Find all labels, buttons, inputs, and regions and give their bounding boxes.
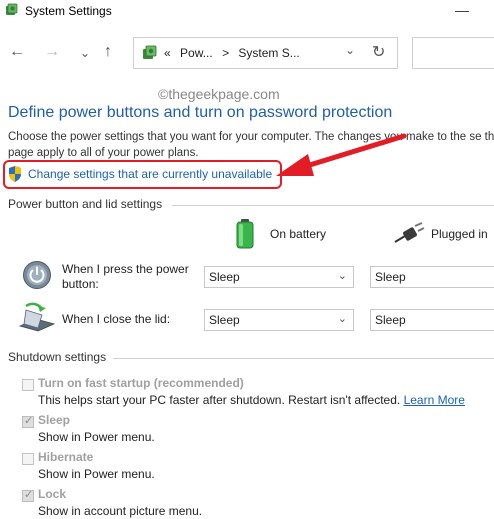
uac-shield-icon: [9, 166, 21, 182]
minimize-icon[interactable]: —: [455, 2, 469, 18]
learn-more-link[interactable]: Learn More: [404, 393, 465, 407]
breadcrumb: « Pow... > System S...: [164, 46, 300, 60]
close-lid-battery-select[interactable]: Sleep ⌄: [204, 309, 354, 331]
breadcrumb-item-system-settings[interactable]: System S...: [238, 46, 299, 60]
lock-label: Lock: [38, 487, 67, 501]
power-button-label: When I press the power button:: [62, 262, 189, 291]
hibernate-label: Hibernate: [38, 450, 94, 464]
change-settings-link[interactable]: Change settings that are currently unava…: [28, 167, 272, 181]
power-section-label: Power button and lid settings: [8, 197, 163, 211]
fast-startup-checkbox[interactable]: [22, 379, 34, 391]
section-divider: [172, 205, 494, 206]
hibernate-description: Show in Power menu.: [38, 467, 155, 481]
control-panel-icon: [143, 45, 157, 59]
sleep-checkbox[interactable]: [22, 414, 34, 428]
breadcrumb-separator: «: [164, 46, 171, 60]
search-input[interactable]: [412, 37, 494, 69]
refresh-icon[interactable]: ↻: [372, 42, 385, 62]
lock-description: Show in account picture menu.: [38, 504, 203, 518]
select-value: Sleep: [375, 313, 406, 327]
breadcrumb-item-power[interactable]: Pow...: [180, 46, 213, 60]
laptop-lid-icon: [18, 302, 56, 332]
plugged-in-label: Plugged in: [431, 227, 488, 241]
power-options-icon: [6, 3, 18, 15]
power-button-icon: [23, 261, 51, 289]
annotation-arrow: [276, 133, 407, 176]
close-lid-label: When I close the lid:: [62, 312, 171, 326]
back-arrow-icon[interactable]: ←: [9, 43, 25, 61]
power-button-battery-select[interactable]: Sleep ⌄: [204, 266, 354, 288]
select-value: Sleep: [209, 313, 240, 327]
page-title: Define power buttons and turn on passwor…: [8, 104, 393, 121]
chevron-down-icon: ⌄: [337, 313, 347, 325]
window-title: System Settings: [25, 4, 112, 18]
address-dropdown-icon[interactable]: ⌄: [345, 43, 355, 57]
fast-startup-label: Turn on fast startup (recommended): [38, 376, 244, 390]
shutdown-section-label: Shutdown settings: [8, 350, 107, 364]
power-plug-icon: [394, 222, 425, 243]
section-divider: [113, 358, 494, 359]
sleep-description: Show in Power menu.: [38, 430, 155, 444]
battery-icon: [236, 219, 254, 249]
select-value: Sleep: [209, 270, 240, 284]
select-value: Sleep: [375, 270, 406, 284]
watermark: ©thegeekpage.com: [158, 86, 280, 102]
lock-checkbox[interactable]: [22, 488, 34, 502]
breadcrumb-chevron-icon: >: [222, 46, 230, 60]
sleep-label: Sleep: [38, 413, 71, 427]
title-bar: System Settings —: [0, 0, 494, 28]
recent-locations-chevron-icon[interactable]: ⌄: [80, 46, 90, 60]
on-battery-label: On battery: [270, 227, 327, 241]
chevron-down-icon: ⌄: [337, 270, 347, 282]
fast-startup-description: This helps start your PC faster after sh…: [38, 393, 465, 407]
power-button-plugged-select[interactable]: Sleep: [370, 266, 494, 288]
up-arrow-icon[interactable]: ↑: [104, 43, 112, 61]
hibernate-checkbox[interactable]: [22, 453, 34, 465]
close-lid-plugged-select[interactable]: Sleep: [370, 309, 494, 331]
forward-arrow-icon[interactable]: →: [44, 43, 60, 61]
address-bar[interactable]: « Pow... > System S... ⌄ ↻: [133, 37, 398, 69]
page-description: Choose the power settings that you want …: [8, 131, 494, 159]
